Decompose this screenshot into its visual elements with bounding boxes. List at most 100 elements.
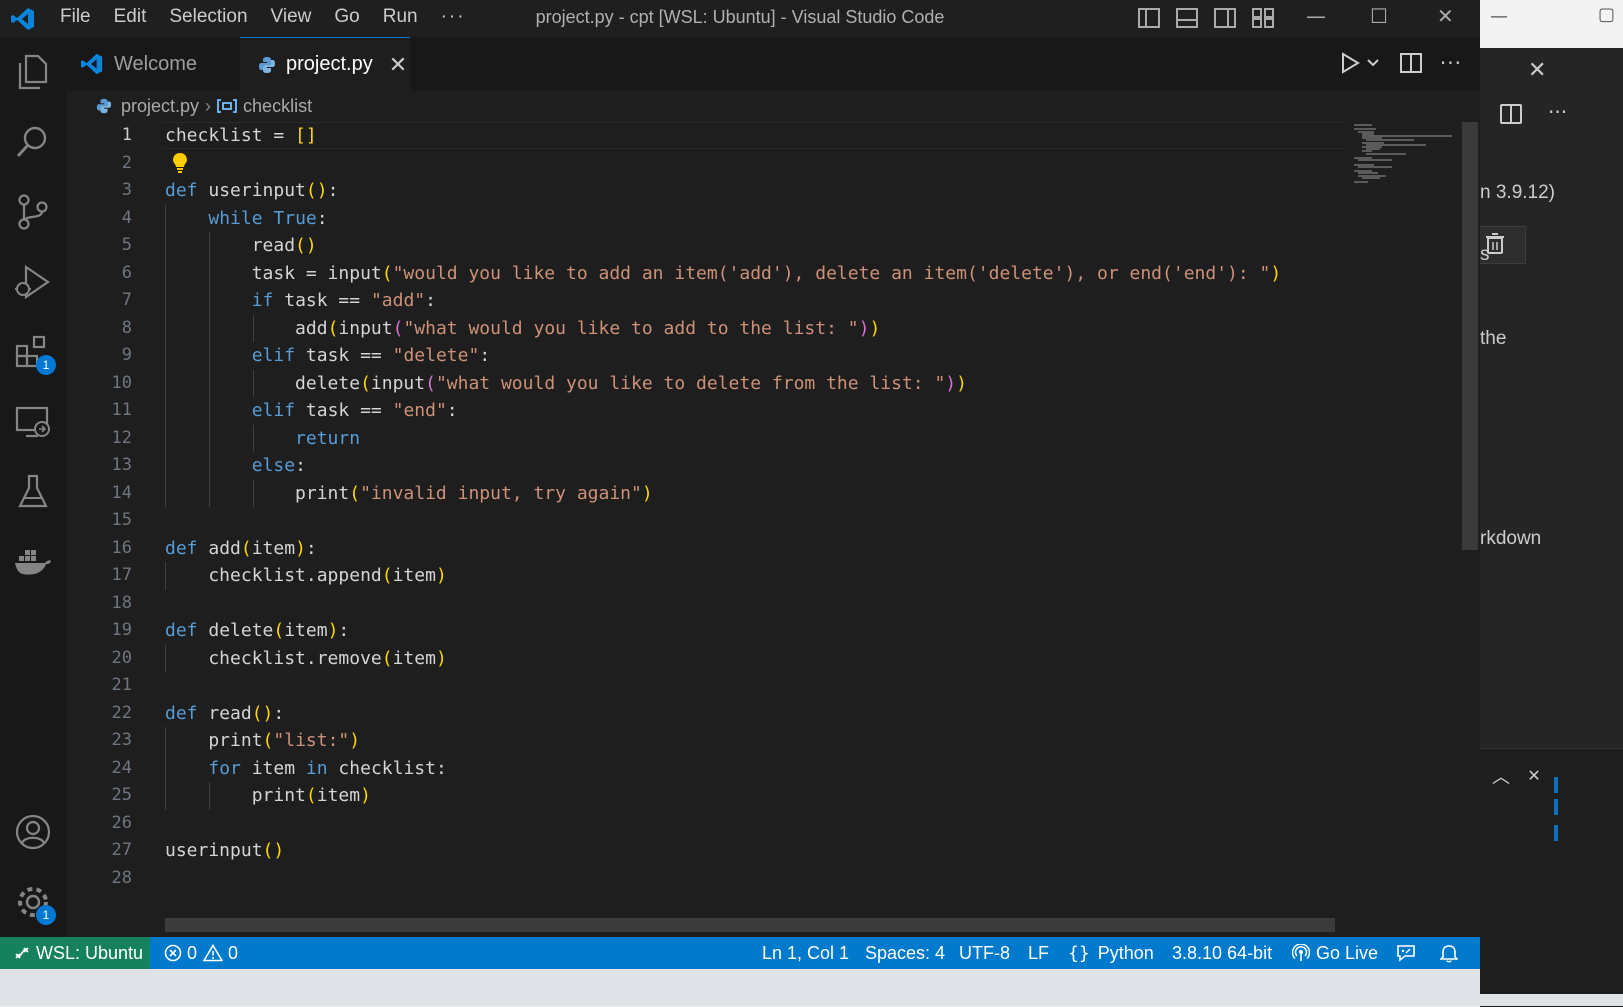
code-line: return bbox=[165, 424, 1281, 452]
extensions-button[interactable]: 1 bbox=[10, 329, 56, 375]
indentation[interactable]: Spaces: 4 bbox=[865, 937, 945, 969]
go-live-button[interactable]: Go Live bbox=[1292, 937, 1378, 969]
testing-button[interactable] bbox=[10, 469, 56, 515]
code-content[interactable]: checklist = [] def userinput(): while Tr… bbox=[165, 122, 1281, 892]
code-line: def read(): bbox=[165, 702, 285, 724]
menu-view[interactable]: View bbox=[271, 6, 312, 28]
vertical-scrollbar[interactable] bbox=[1462, 122, 1478, 550]
run-debug-icon bbox=[15, 264, 50, 300]
line-number: 12 bbox=[111, 427, 132, 448]
variable-symbol-icon bbox=[217, 99, 237, 113]
line-number: 3 bbox=[121, 180, 132, 200]
tab-project-py[interactable]: project.py ✕ bbox=[240, 37, 410, 91]
code-line: print(item) bbox=[165, 782, 1281, 810]
problems-indicator[interactable]: 0 0 bbox=[164, 937, 238, 969]
menu-edit[interactable]: Edit bbox=[114, 6, 147, 28]
line-number: 26 bbox=[111, 812, 132, 833]
background-bottom-panel: ︿ ✕ bbox=[1480, 748, 1623, 1007]
status-bar: WSL: Ubuntu 0 0 Ln 1, Col 1 Spaces: 4 UT… bbox=[0, 937, 1480, 969]
horizontal-scrollbar[interactable] bbox=[165, 918, 1335, 932]
close-icon[interactable]: ✕ bbox=[389, 52, 407, 78]
chevron-down-icon[interactable] bbox=[1366, 58, 1380, 68]
docker-icon bbox=[15, 550, 51, 575]
vscode-logo-icon bbox=[11, 8, 34, 30]
code-editor[interactable]: 1 2 3 4 5 6 7 8 9 10 11 12 13 14 15 16 17 18 19 20 21 22 23 24 2… bbox=[66, 122, 1346, 932]
remote-explorer-button[interactable] bbox=[10, 399, 56, 445]
remote-indicator[interactable]: WSL: Ubuntu bbox=[0, 937, 150, 969]
python-file-icon bbox=[259, 56, 275, 73]
tab-label: project.py bbox=[286, 53, 373, 75]
minimize-icon[interactable]: — bbox=[1306, 4, 1326, 28]
broadcast-icon bbox=[1292, 944, 1310, 961]
python-interpreter[interactable]: 3.8.10 64-bit bbox=[1172, 937, 1272, 969]
error-count: 0 bbox=[187, 942, 198, 963]
line-number: 5 bbox=[121, 235, 132, 255]
minimap[interactable] bbox=[1346, 122, 1462, 932]
more-actions-icon[interactable]: ··· bbox=[1440, 51, 1462, 75]
notifications-button[interactable] bbox=[1440, 937, 1458, 969]
scroll-marker bbox=[1554, 777, 1558, 793]
close-icon[interactable]: ✕ bbox=[1437, 4, 1454, 28]
warning-count: 0 bbox=[228, 942, 239, 963]
maximize-icon[interactable]: ☐ bbox=[1370, 4, 1388, 28]
docker-button[interactable] bbox=[10, 539, 56, 585]
chevron-right-icon: › bbox=[205, 95, 212, 116]
minimize-icon[interactable]: — bbox=[1490, 6, 1508, 27]
line-number: 22 bbox=[111, 702, 132, 723]
toggle-secondary-sidebar-icon[interactable] bbox=[1214, 8, 1236, 28]
menu-run[interactable]: Run bbox=[383, 6, 418, 28]
minimap-line bbox=[1358, 165, 1392, 168]
split-editor-icon[interactable] bbox=[1500, 104, 1522, 124]
tab-bar: Welcome project.py ✕ ··· bbox=[66, 37, 1480, 91]
run-python-file-icon[interactable] bbox=[1340, 52, 1360, 74]
feedback-button[interactable] bbox=[1396, 937, 1416, 969]
run-debug-button[interactable] bbox=[10, 259, 56, 305]
settings-badge: 1 bbox=[36, 905, 56, 925]
code-line: def delete(item): bbox=[165, 620, 350, 641]
toggle-primary-sidebar-icon[interactable] bbox=[1138, 8, 1160, 28]
more-actions-icon[interactable]: ··· bbox=[1548, 100, 1567, 124]
background-window: — ▢ ✕ ··· n 3.9.12) s the rkdown ︿ ✕ bbox=[1472, 0, 1623, 1007]
explorer-button[interactable] bbox=[10, 49, 56, 95]
search-button[interactable] bbox=[10, 119, 56, 165]
chevron-up-icon[interactable]: ︿ bbox=[1492, 763, 1510, 789]
background-text-s: s bbox=[1480, 244, 1490, 265]
menu-file[interactable]: File bbox=[60, 6, 91, 28]
source-control-button[interactable] bbox=[10, 189, 56, 235]
close-icon[interactable]: ✕ bbox=[1528, 761, 1540, 789]
maximize-icon[interactable]: ▢ bbox=[1598, 4, 1615, 25]
line-number: 19 bbox=[111, 620, 132, 640]
encoding[interactable]: UTF-8 bbox=[959, 937, 1010, 969]
language-mode[interactable]: {} Python bbox=[1068, 937, 1154, 969]
menu-more[interactable]: ··· bbox=[441, 6, 466, 28]
toggle-panel-icon[interactable] bbox=[1176, 8, 1198, 28]
account-icon bbox=[15, 814, 51, 850]
line-number-gutter: 1 2 3 4 5 6 7 8 9 10 11 12 13 14 15 16 17 18 19 20 21 22 23 24 2… bbox=[66, 122, 132, 892]
tab-welcome[interactable]: Welcome bbox=[66, 37, 240, 91]
code-line: else: bbox=[165, 452, 1281, 480]
end-of-line[interactable]: LF bbox=[1028, 937, 1049, 969]
go-live-label: Go Live bbox=[1316, 942, 1379, 963]
code-line: userinput() bbox=[165, 840, 285, 861]
menu-selection[interactable]: Selection bbox=[169, 6, 247, 28]
accounts-button[interactable] bbox=[10, 809, 56, 855]
customize-layout-icon[interactable] bbox=[1252, 8, 1274, 28]
minimap-line bbox=[1354, 181, 1368, 184]
manage-button[interactable]: 1 bbox=[10, 879, 56, 925]
cursor-position[interactable]: Ln 1, Col 1 bbox=[762, 937, 849, 969]
split-editor-icon[interactable] bbox=[1399, 53, 1422, 73]
code-line: for item in checklist: bbox=[165, 754, 1281, 782]
code-line: elif task == "delete": bbox=[165, 342, 1281, 370]
code-line: add(input("what would you like to add to… bbox=[165, 314, 1281, 342]
code-line: delete(input("what would you like to del… bbox=[165, 369, 1281, 397]
line-number: 17 bbox=[111, 565, 132, 585]
menu-go[interactable]: Go bbox=[334, 6, 359, 28]
line-number: 18 bbox=[111, 592, 132, 613]
vscode-logo-icon bbox=[80, 53, 103, 75]
breadcrumb-symbol[interactable]: checklist bbox=[243, 96, 312, 117]
close-icon[interactable]: ✕ bbox=[1528, 58, 1546, 83]
breadcrumb-file[interactable]: project.py bbox=[121, 96, 199, 117]
